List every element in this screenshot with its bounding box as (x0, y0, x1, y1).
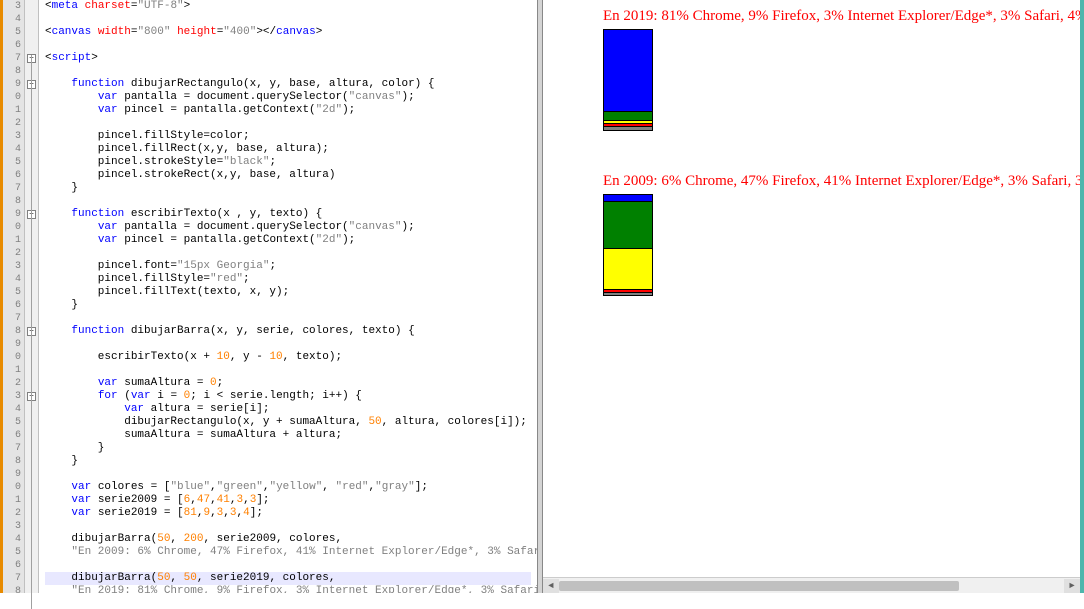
preview-pane: En 2019: 81% Chrome, 9% Firefox, 3% Inte… (543, 0, 1084, 593)
code-editor-pane: 3456789012345678901234567890123456789012… (0, 0, 537, 593)
bar-segment (604, 30, 652, 111)
code-line[interactable]: function dibujarRectangulo(x, y, base, a… (45, 78, 531, 91)
code-line[interactable]: for (var i = 0; i < serie.length; i++) { (45, 390, 531, 403)
code-line[interactable]: var pincel = pantalla.getContext("2d"); (45, 104, 531, 117)
code-line[interactable]: var serie2009 = [6,47,41,3,3]; (45, 494, 531, 507)
code-line[interactable]: <script> (45, 52, 531, 65)
code-line[interactable]: } (45, 442, 531, 455)
code-line[interactable]: var pantalla = document.querySelector("c… (45, 221, 531, 234)
code-line[interactable]: dibujarRectangulo(x, y + sumaAltura, 50,… (45, 416, 531, 429)
code-line[interactable] (45, 468, 531, 481)
code-line[interactable] (45, 117, 531, 130)
code-line[interactable]: } (45, 182, 531, 195)
code-line[interactable] (45, 312, 531, 325)
code-line[interactable]: var pincel = pantalla.getContext("2d"); (45, 234, 531, 247)
horizontal-scrollbar[interactable]: ◄ ► (543, 577, 1080, 593)
chart-label-2019: En 2019: 81% Chrome, 9% Firefox, 3% Inte… (603, 8, 1072, 25)
code-line[interactable] (45, 247, 531, 260)
code-line[interactable]: var sumaAltura = 0; (45, 377, 531, 390)
code-line[interactable]: sumaAltura = sumaAltura + altura; (45, 429, 531, 442)
scrollbar-thumb[interactable] (559, 581, 959, 591)
code-line[interactable]: function dibujarBarra(x, y, serie, color… (45, 325, 531, 338)
code-line[interactable] (45, 13, 531, 26)
code-line[interactable]: <canvas width="800" height="400"></canva… (45, 26, 531, 39)
bar-stack-2019 (603, 29, 653, 131)
code-line[interactable] (45, 195, 531, 208)
code-line[interactable]: var pantalla = document.querySelector("c… (45, 91, 531, 104)
code-line[interactable]: var altura = serie[i]; (45, 403, 531, 416)
code-line[interactable]: } (45, 455, 531, 468)
code-line[interactable]: dibujarBarra(50, 200, serie2009, colores… (45, 533, 531, 546)
code-line[interactable] (45, 364, 531, 377)
code-line[interactable]: "En 2019: 81% Chrome, 9% Firefox, 3% Int… (45, 585, 531, 593)
code-line[interactable]: pincel.strokeStyle="black"; (45, 156, 531, 169)
bar-segment (604, 248, 652, 289)
code-line[interactable] (45, 520, 531, 533)
code-line[interactable]: dibujarBarra(50, 50, serie2019, colores, (45, 572, 531, 585)
code-line[interactable]: escribirTexto(x + 10, y - 10, texto); (45, 351, 531, 364)
code-line[interactable]: pincel.strokeRect(x,y, base, altura) (45, 169, 531, 182)
bar-segment (604, 201, 652, 248)
bar-stack-2009 (603, 194, 653, 296)
code-line[interactable]: <meta charset="UTF-8"> (45, 0, 531, 13)
scroll-left-icon[interactable]: ◄ (543, 579, 559, 593)
code-line[interactable]: function escribirTexto(x , y, texto) { (45, 208, 531, 221)
code-line[interactable]: var serie2019 = [81,9,3,3,4]; (45, 507, 531, 520)
code-line[interactable]: pincel.fillRect(x,y, base, altura); (45, 143, 531, 156)
code-line[interactable] (45, 39, 531, 52)
code-line[interactable] (45, 338, 531, 351)
bar-segment (604, 111, 652, 120)
code-line[interactable] (45, 65, 531, 78)
code-line[interactable]: pincel.fillText(texto, x, y); (45, 286, 531, 299)
code-line[interactable]: pincel.fillStyle=color; (45, 130, 531, 143)
scroll-right-icon[interactable]: ► (1064, 579, 1080, 593)
code-line[interactable]: var colores = ["blue","green","yellow", … (45, 481, 531, 494)
code-line[interactable]: pincel.font="15px Georgia"; (45, 260, 531, 273)
code-line[interactable] (45, 559, 531, 572)
code-line[interactable]: pincel.fillStyle="red"; (45, 273, 531, 286)
bar-segment (604, 292, 652, 295)
code-line[interactable]: "En 2009: 6% Chrome, 47% Firefox, 41% In… (45, 546, 531, 559)
bar-segment (604, 126, 652, 130)
code-line[interactable]: } (45, 299, 531, 312)
code-text-area[interactable]: <meta charset="UTF-8"> <canvas width="800… (39, 0, 537, 593)
fold-gutter: −−−−− (25, 0, 39, 593)
chart-label-2009: En 2009: 6% Chrome, 47% Firefox, 41% Int… (603, 173, 1072, 190)
line-number-gutter: 3456789012345678901234567890123456789012… (3, 0, 25, 593)
